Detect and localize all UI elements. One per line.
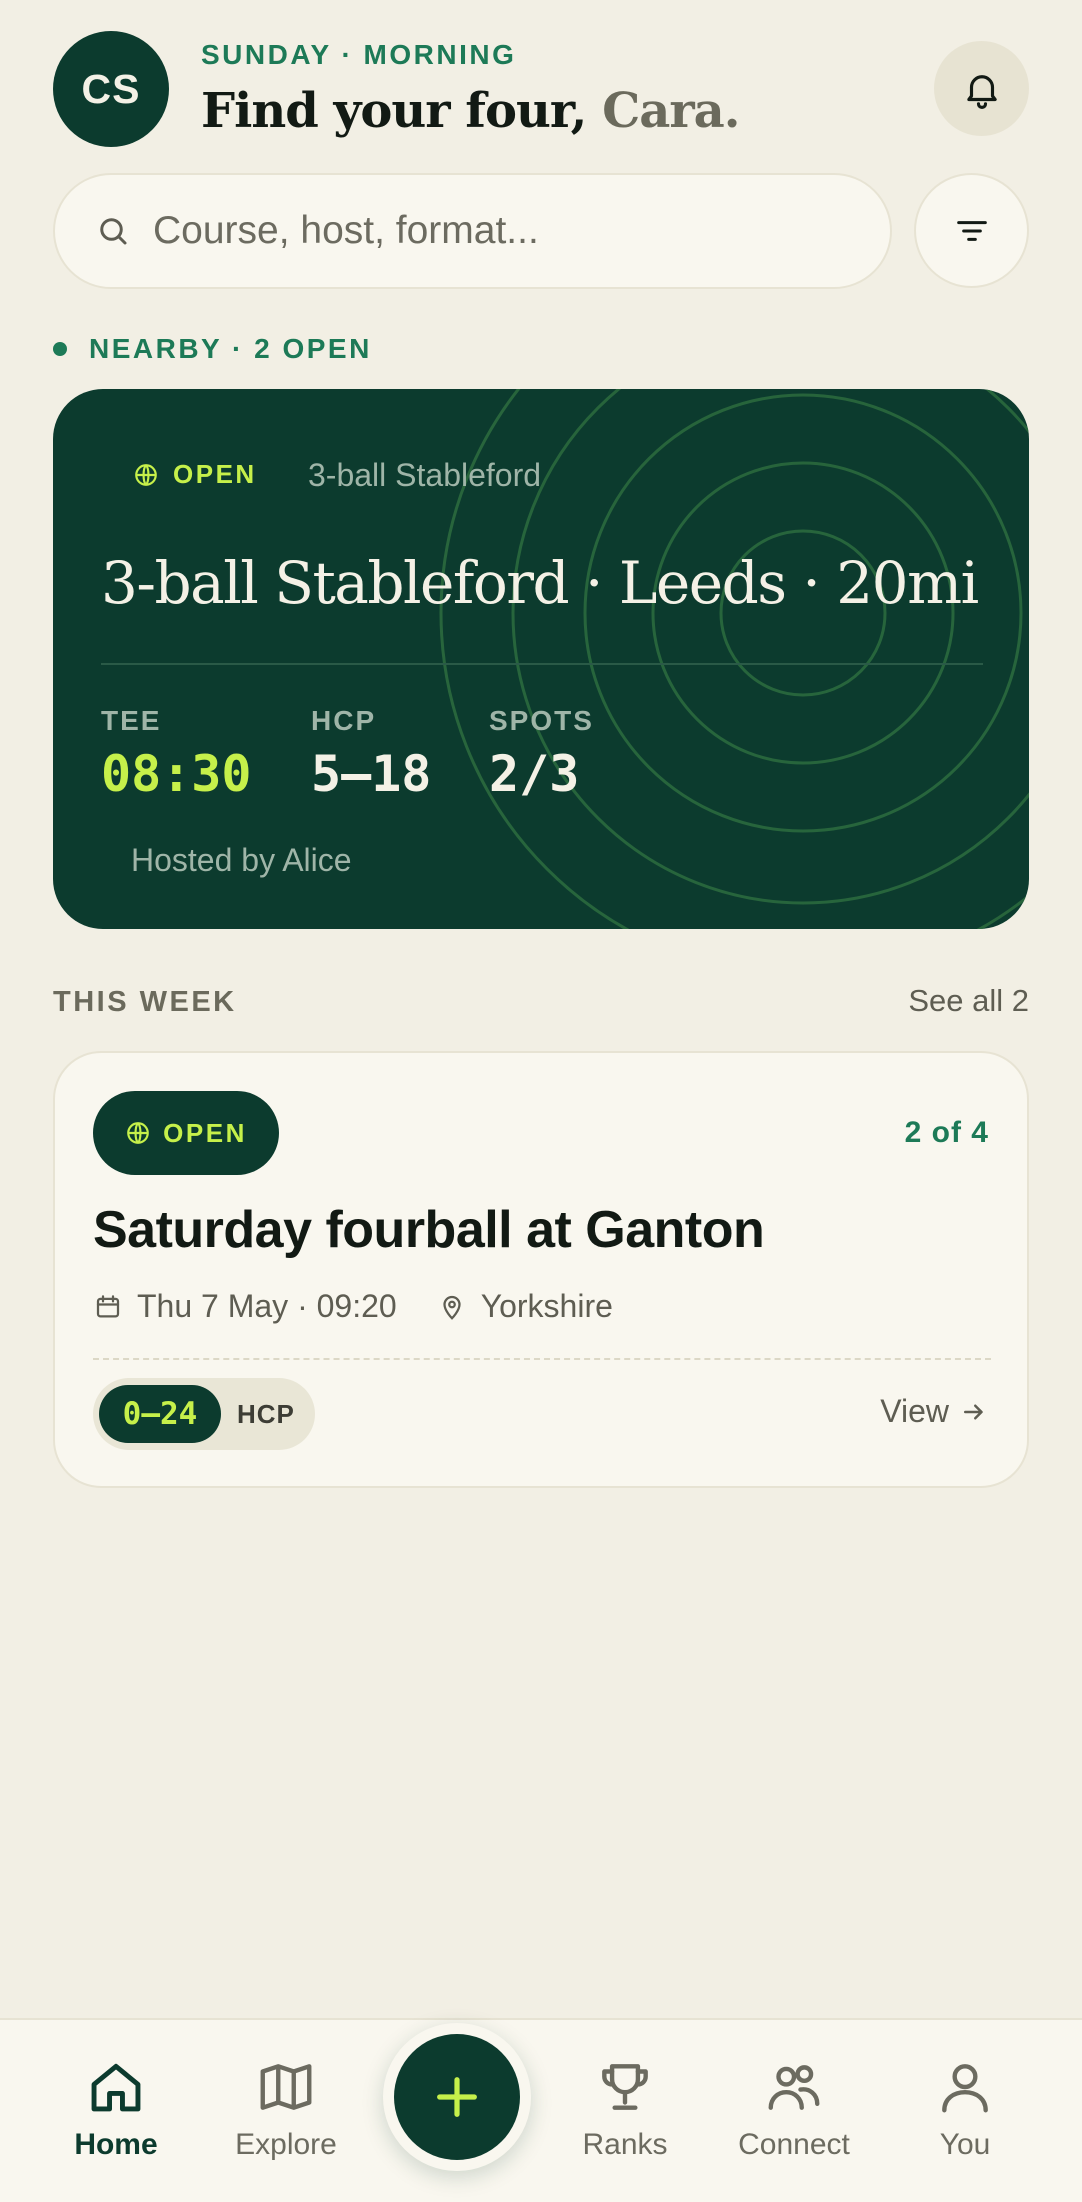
round-card[interactable]: OPEN 2 of 4 Saturday fourball at Ganton … (53, 1051, 1029, 1488)
stat-tee: TEE 08:30 (101, 705, 252, 803)
title-prefix: Find your four, (201, 83, 587, 139)
search-input[interactable]: Course, host, format... (53, 173, 892, 289)
tab-label: Home (74, 2128, 158, 2161)
tab-label: You (939, 2128, 991, 2161)
globe-icon (127, 1122, 149, 1144)
featured-round-card[interactable]: OPEN 3-ball Stableford 3-ball Stableford… (53, 389, 1029, 929)
divider (101, 663, 983, 665)
round-date: Thu 7 May · 09:20 (137, 1288, 397, 1324)
map-icon (260, 2064, 312, 2110)
host-text: Hosted by Alice (131, 842, 352, 878)
globe-icon (135, 463, 157, 486)
open-tag: OPEN (133, 459, 257, 490)
greeting-kicker: SUNDAY · MORNING (201, 39, 517, 70)
map-pin-icon (443, 1295, 461, 1320)
bell-icon (966, 74, 997, 109)
divider (93, 1358, 991, 1360)
search-placeholder: Course, host, format... (153, 209, 539, 252)
see-all-link[interactable]: See all 2 (908, 983, 1029, 1019)
tab-label: Connect (738, 2128, 850, 2161)
nearby-section-label: NEARBY · 2 OPEN (53, 333, 372, 365)
tab-home[interactable]: Home (46, 2056, 186, 2162)
round-location-text: Yorkshire (480, 1288, 613, 1324)
stat-label: HCP (311, 705, 377, 736)
arrow-right-icon (964, 1404, 983, 1419)
notifications-button[interactable] (934, 41, 1029, 136)
handicap-label: HCP (237, 1398, 295, 1429)
stat-hcp: HCP 5–18 (311, 705, 431, 803)
filter-button[interactable] (914, 173, 1029, 288)
plus-icon (437, 2077, 477, 2117)
view-label: View (880, 1393, 949, 1429)
filter-icon (956, 220, 987, 241)
stat-value: 08:30 (101, 745, 252, 803)
open-tag-label: OPEN (173, 459, 257, 489)
user-icon (942, 2064, 988, 2113)
handicap-badge: 0–24 HCP (93, 1378, 315, 1450)
home-icon (91, 2063, 141, 2112)
tab-label: Ranks (582, 2128, 668, 2161)
round-title: 3-ball Stableford · Leeds · 20mi (101, 549, 979, 617)
nearby-label-text: NEARBY · 2 OPEN (89, 333, 372, 364)
calendar-icon (96, 1294, 120, 1317)
round-meta: Thu 7 May · 09:20 Yorkshire (93, 1288, 613, 1325)
tab-label: Explore (235, 2128, 337, 2161)
tab-you[interactable]: You (895, 2056, 1035, 2162)
tab-connect[interactable]: Connect (724, 2056, 864, 2162)
stat-label: SPOTS (489, 705, 594, 736)
stat-value: 5–18 (311, 745, 432, 803)
open-tag: OPEN (93, 1091, 279, 1175)
round-title: Saturday fourball at Ganton (93, 1201, 765, 1259)
stat-label: TEE (101, 705, 162, 736)
section-title-this-week: THIS WEEK (53, 986, 237, 1018)
view-button[interactable]: View (880, 1393, 989, 1430)
live-dot-icon (53, 342, 67, 356)
page-title: Find your four, Cara. (201, 83, 740, 139)
spots-count: 2 of 4 (904, 1116, 989, 1149)
header: CS SUNDAY · MORNING Find your four, Cara… (53, 31, 1029, 147)
round-format: 3-ball Stableford (308, 457, 542, 493)
people-icon (768, 2065, 820, 2110)
round-location: Yorkshire (437, 1288, 613, 1325)
search-icon (100, 218, 127, 245)
open-tag-label: OPEN (163, 1117, 247, 1148)
tab-ranks[interactable]: Ranks (555, 2056, 695, 2162)
bottom-tab-bar: Home Explore Ranks Connect You (0, 2018, 1082, 2202)
title-name: Cara. (602, 83, 740, 139)
stat-value: 2/3 (489, 745, 580, 803)
avatar[interactable]: CS (53, 31, 169, 147)
stat-spots: SPOTS 2/3 (489, 705, 594, 803)
tab-explore[interactable]: Explore (216, 2056, 356, 2162)
fab[interactable] (394, 2034, 520, 2160)
create-round-button[interactable] (383, 2023, 531, 2171)
trophy-icon (602, 2064, 648, 2110)
handicap-range: 0–24 (99, 1385, 221, 1443)
